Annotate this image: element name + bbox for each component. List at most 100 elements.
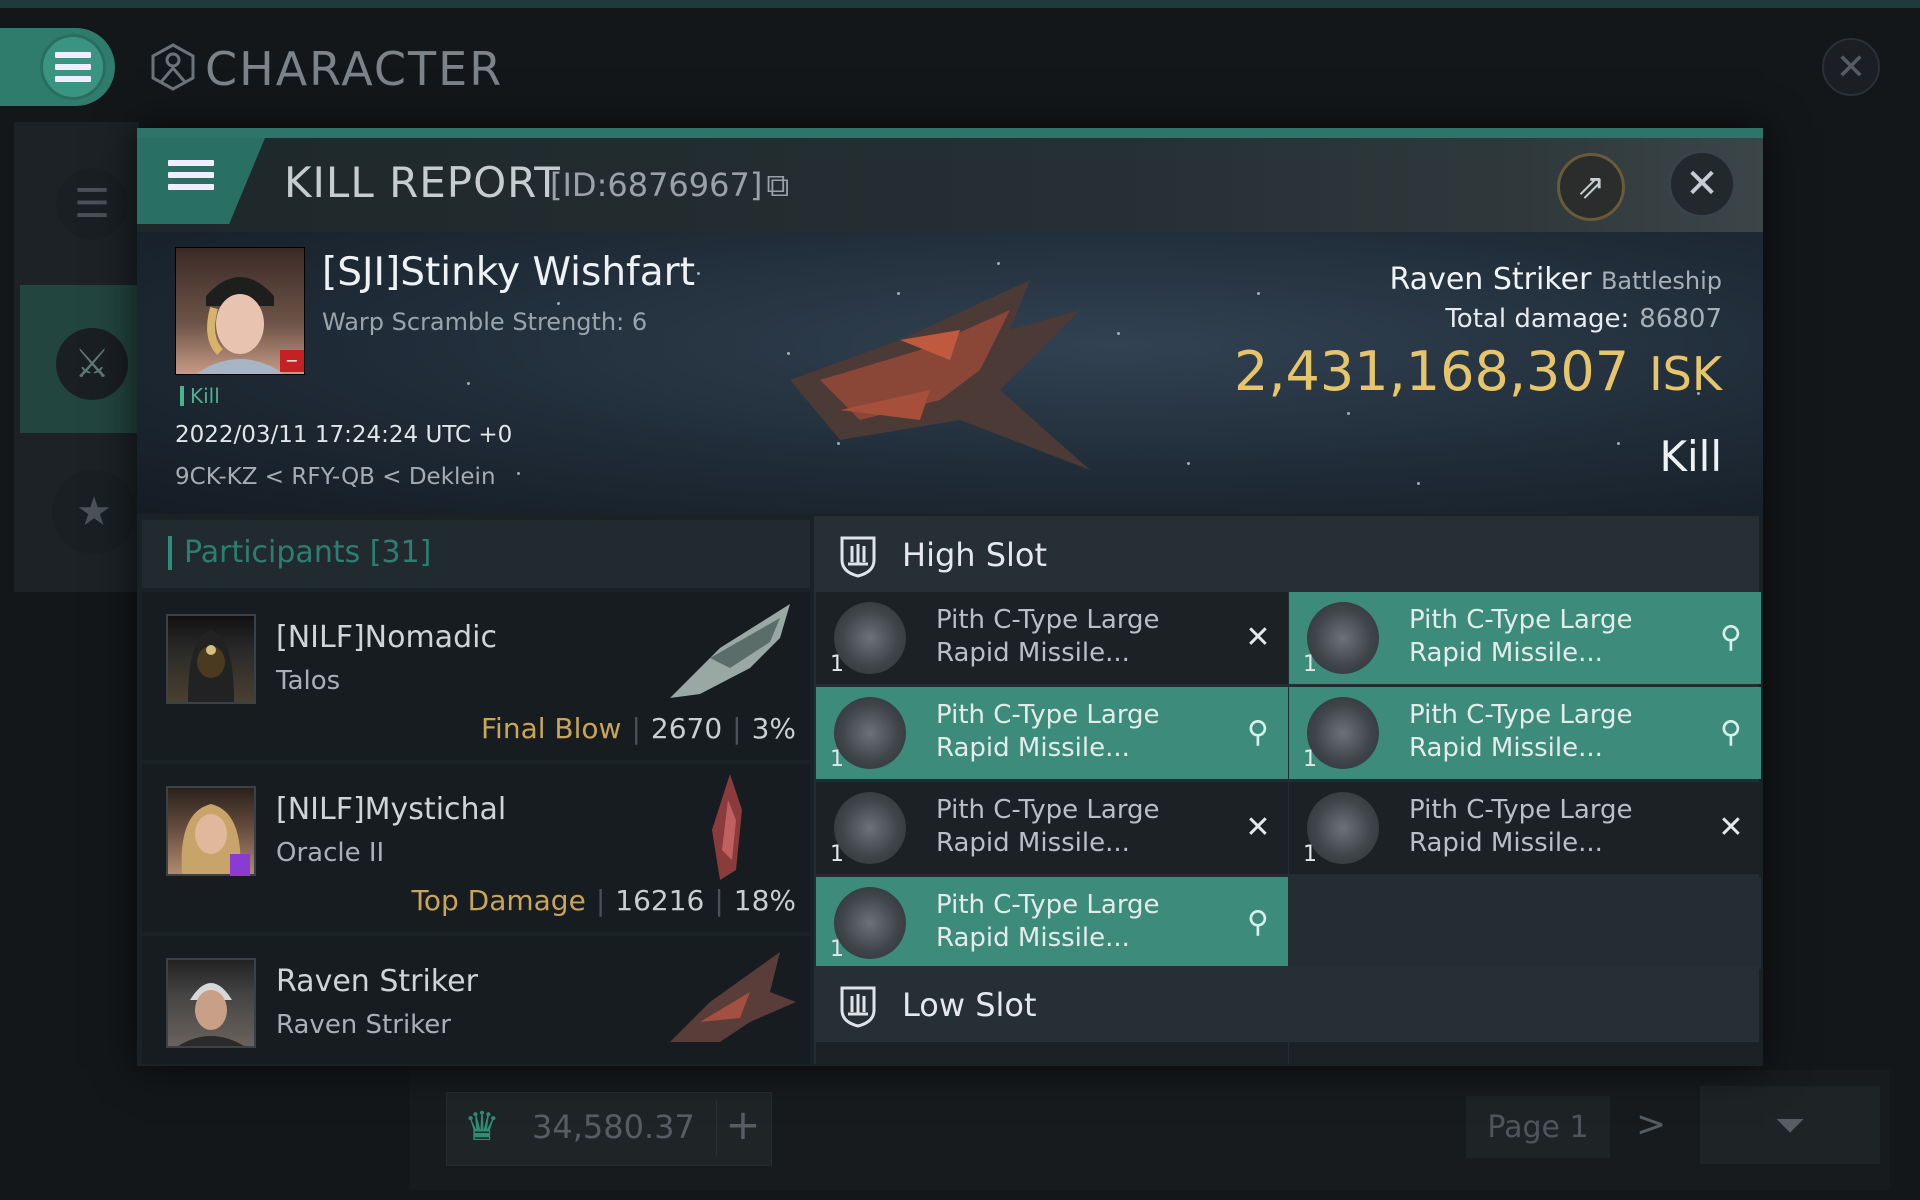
- victim-ship-type[interactable]: Raven Striker Battleship: [1300, 262, 1723, 297]
- module-quantity: 1: [830, 937, 844, 962]
- next-page-button[interactable]: >: [1636, 1104, 1666, 1145]
- module-card-partial[interactable]: [1289, 1042, 1761, 1064]
- corp-badge: [230, 854, 250, 876]
- share-button[interactable]: ⇗: [1557, 153, 1625, 221]
- module-card[interactable]: 1 Pith C-Type Large Rapid Missile... ⚲: [1289, 687, 1761, 779]
- participant-name: [NILF]Mystichal: [276, 792, 507, 827]
- window-title: CHARACTER: [205, 42, 504, 96]
- participant-ship: Talos: [276, 666, 341, 696]
- participant-name: [NILF]Nomadic: [276, 620, 497, 655]
- participant-tag: Final Blow: [480, 712, 622, 745]
- hamburger-icon: [168, 160, 214, 190]
- module-card[interactable]: 1 Pith C-Type Large Rapid Missile... ✕: [816, 592, 1288, 684]
- victim-ship-image: [790, 280, 1090, 470]
- missile-launcher-icon: [834, 887, 906, 959]
- module-card-partial[interactable]: [816, 1042, 1288, 1064]
- character-icon: [151, 43, 195, 91]
- participant-row[interactable]: [NILF]Mystichal Oracle II Top Damage | 162…: [142, 764, 810, 932]
- participants-count: [31]: [369, 535, 432, 570]
- module-card[interactable]: 1 Pith C-Type Large Rapid Missile... ✕: [1289, 782, 1761, 874]
- wallet-balance: 34,580.37: [532, 1108, 695, 1146]
- module-name: Pith C-Type Large Rapid Missile...: [936, 700, 1160, 763]
- participant-avatar: [166, 614, 256, 704]
- close-icon: ✕: [1685, 161, 1719, 207]
- missile-launcher-icon: [834, 792, 906, 864]
- participants-title: Participants [31]: [168, 536, 431, 570]
- star-badge-icon[interactable]: ★: [52, 470, 136, 554]
- module-name: Pith C-Type Large Rapid Missile...: [1409, 795, 1633, 858]
- module-quantity: 1: [830, 652, 844, 677]
- missile-launcher-icon: [1307, 602, 1379, 674]
- participant-ship-image: [670, 604, 790, 698]
- copy-icon[interactable]: ⧉: [766, 166, 789, 204]
- page-indicator: Page 1: [1466, 1096, 1610, 1158]
- dropped-pilot-icon: ⚲: [1720, 620, 1742, 655]
- module-quantity: 1: [830, 747, 844, 772]
- destroyed-icon: ✕: [1245, 810, 1271, 845]
- participants-label: Participants: [184, 535, 361, 570]
- participant-row[interactable]: Raven Striker Raven Striker: [142, 936, 810, 1064]
- participant-ship-image: [712, 774, 742, 880]
- kill-location[interactable]: 9CK-KZ < RFY-QB < Deklein: [175, 464, 496, 490]
- filter-button[interactable]: ⏷: [1700, 1086, 1880, 1164]
- ship-name: Raven Striker: [1389, 262, 1592, 297]
- module-quantity: 1: [830, 842, 844, 867]
- module-card[interactable]: 1 Pith C-Type Large Rapid Missile... ⚲: [816, 687, 1288, 779]
- total-damage-value: 86807: [1639, 304, 1722, 334]
- participant-percent: 18%: [733, 884, 796, 917]
- kill-result: Kill: [1659, 432, 1722, 481]
- destroyed-icon: ✕: [1245, 620, 1271, 655]
- warp-scramble-strength: Warp Scramble Strength: 6: [322, 308, 648, 336]
- participant-ship-image: [670, 952, 796, 1042]
- participant-row[interactable]: [NILF]Nomadic Talos Final Blow | 2670 | 3%: [142, 592, 810, 760]
- window-close-button[interactable]: ✕: [1822, 38, 1880, 96]
- high-slot-header: High Slot: [814, 516, 1759, 596]
- module-card[interactable]: 1 Pith C-Type Large Rapid Missile... ⚲: [1289, 592, 1761, 684]
- total-damage-label: Total damage:: [1445, 304, 1630, 334]
- dropped-pilot-icon: ⚲: [1720, 715, 1742, 750]
- crossed-swords-icon[interactable]: ⚔: [56, 328, 128, 400]
- high-slot-icon: [840, 536, 876, 578]
- participant-tag: Top Damage: [411, 884, 586, 917]
- low-slot-title: Low Slot: [902, 986, 1037, 1024]
- kill-report-title: KILL REPORT: [284, 158, 561, 207]
- add-isk-button[interactable]: +: [716, 1100, 769, 1156]
- hamburger-icon: [55, 52, 91, 82]
- missile-launcher-icon: [1307, 792, 1379, 864]
- kill-id-text: [ID:6876967]: [550, 166, 763, 204]
- isk-icon: ♛: [464, 1104, 500, 1150]
- total-damage: Total damage: 86807: [1300, 304, 1722, 334]
- participant-stats: Final Blow | 2670 | 3%: [480, 712, 796, 745]
- close-icon: ✕: [1835, 46, 1867, 88]
- participant-damage: 16216: [615, 884, 705, 917]
- main-menu-button[interactable]: [40, 34, 106, 100]
- modal-top-border: [137, 128, 1763, 138]
- victim-name[interactable]: [SJI]Stinky Wishfart: [322, 250, 695, 295]
- missile-launcher-icon: [834, 602, 906, 674]
- module-quantity: 1: [1303, 842, 1317, 867]
- participant-ship: Oracle II: [276, 838, 385, 868]
- isk-destroyed-value: 2,431,168,307: [1234, 340, 1630, 403]
- module-card[interactable]: 1 Pith C-Type Large Rapid Missile... ⚲: [816, 877, 1288, 969]
- module-name: Pith C-Type Large Rapid Missile...: [936, 890, 1160, 953]
- isk-destroyed: 2,431,168,307 ISK: [1200, 340, 1722, 403]
- missile-launcher-icon: [834, 697, 906, 769]
- top-border: [0, 0, 1920, 8]
- participant-damage: 2670: [650, 712, 723, 745]
- kill-tag: Kill: [180, 386, 220, 406]
- empty-slot: [1289, 877, 1761, 969]
- list-icon[interactable]: ☰: [56, 168, 128, 240]
- kill-report-close-button[interactable]: ✕: [1668, 150, 1736, 218]
- ship-class: Battleship: [1600, 267, 1722, 295]
- module-card[interactable]: 1 Pith C-Type Large Rapid Missile... ✕: [816, 782, 1288, 874]
- low-slot-icon: [840, 986, 876, 1028]
- dropped-pilot-icon: ⚲: [1247, 715, 1269, 750]
- module-name: Pith C-Type Large Rapid Missile...: [936, 795, 1160, 858]
- filter-icon: ⏷: [1774, 1102, 1806, 1147]
- participant-stats: Top Damage | 16216 | 18%: [411, 884, 797, 917]
- module-quantity: 1: [1303, 652, 1317, 677]
- kill-report-id[interactable]: [ID:6876967] ⧉: [550, 166, 789, 205]
- high-slot-title: High Slot: [902, 536, 1048, 574]
- kill-datetime: 2022/03/11 17:24:24 UTC +0: [175, 422, 513, 448]
- destroyed-icon: ✕: [1718, 810, 1744, 845]
